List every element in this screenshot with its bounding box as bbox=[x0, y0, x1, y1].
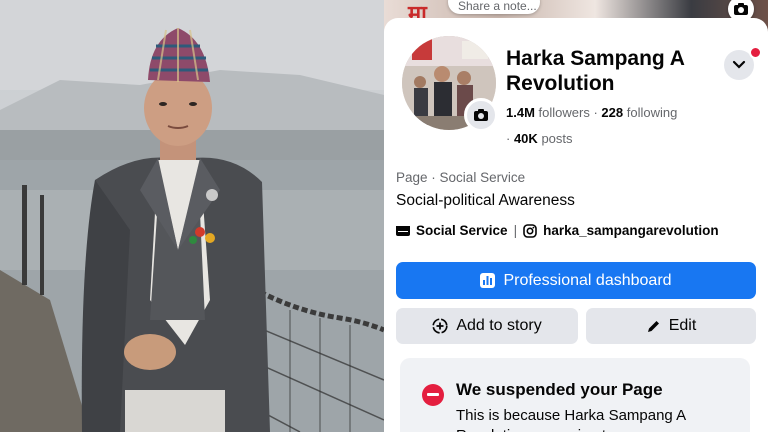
page-links: Social Service | harka_sampangarevolutio… bbox=[396, 223, 719, 238]
page-type: Page bbox=[396, 170, 428, 185]
instagram-icon bbox=[523, 223, 537, 238]
edit-button[interactable]: Edit bbox=[586, 308, 756, 344]
pencil-icon bbox=[647, 320, 659, 332]
camera-icon bbox=[734, 3, 748, 15]
chevron-down-icon bbox=[732, 60, 746, 69]
following-label[interactable]: following bbox=[627, 105, 678, 120]
page-suspended-notice[interactable]: We suspended your Page This is because H… bbox=[400, 358, 750, 432]
posts-label: posts bbox=[541, 131, 573, 146]
page-name: Harka Sampang A Revolution bbox=[506, 47, 685, 95]
followers-label[interactable]: followers bbox=[539, 105, 590, 120]
share-note-bubble[interactable]: Share a note... bbox=[448, 0, 540, 14]
dashboard-chart-icon bbox=[480, 273, 496, 288]
page-bio: Social-political Awareness bbox=[396, 192, 575, 209]
page-header-card: Harka Sampang A Revolution 1.4M follower… bbox=[384, 18, 768, 432]
professional-dashboard-button[interactable]: Professional dashboard bbox=[396, 262, 756, 299]
following-count[interactable]: 228 bbox=[601, 105, 623, 120]
add-story-icon bbox=[432, 318, 448, 334]
add-to-story-label: Add to story bbox=[456, 317, 542, 334]
edit-label: Edit bbox=[668, 317, 697, 334]
notice-title: We suspended your Page bbox=[456, 380, 663, 399]
profile-photo bbox=[0, 0, 384, 432]
suspended-icon bbox=[422, 384, 444, 406]
posts-count: 40K bbox=[513, 131, 538, 146]
category-label: Social Service bbox=[439, 170, 526, 185]
avatar-camera-button[interactable] bbox=[464, 98, 498, 132]
facebook-page-panel: मा Share a note... Harka Sampang A Revol… bbox=[384, 0, 768, 432]
add-to-story-button[interactable]: Add to story bbox=[396, 308, 578, 344]
page-category: Page · Social Service bbox=[396, 170, 526, 185]
followers-count[interactable]: 1.4M bbox=[506, 105, 535, 120]
camera-icon bbox=[474, 109, 488, 121]
notification-dot bbox=[749, 46, 762, 59]
photo-illustration bbox=[0, 0, 384, 432]
category-link[interactable]: Social Service bbox=[416, 223, 508, 238]
video-category-icon bbox=[396, 225, 410, 236]
instagram-link[interactable]: harka_sampangarevolution bbox=[543, 223, 719, 238]
professional-dashboard-label: Professional dashboard bbox=[503, 271, 672, 289]
stats-separator: · bbox=[506, 131, 514, 146]
page-stats: 1.4M followers · 228 following · 40K pos… bbox=[506, 100, 677, 152]
notice-body: This is because Harka Sampang A Revoluti… bbox=[456, 407, 686, 432]
